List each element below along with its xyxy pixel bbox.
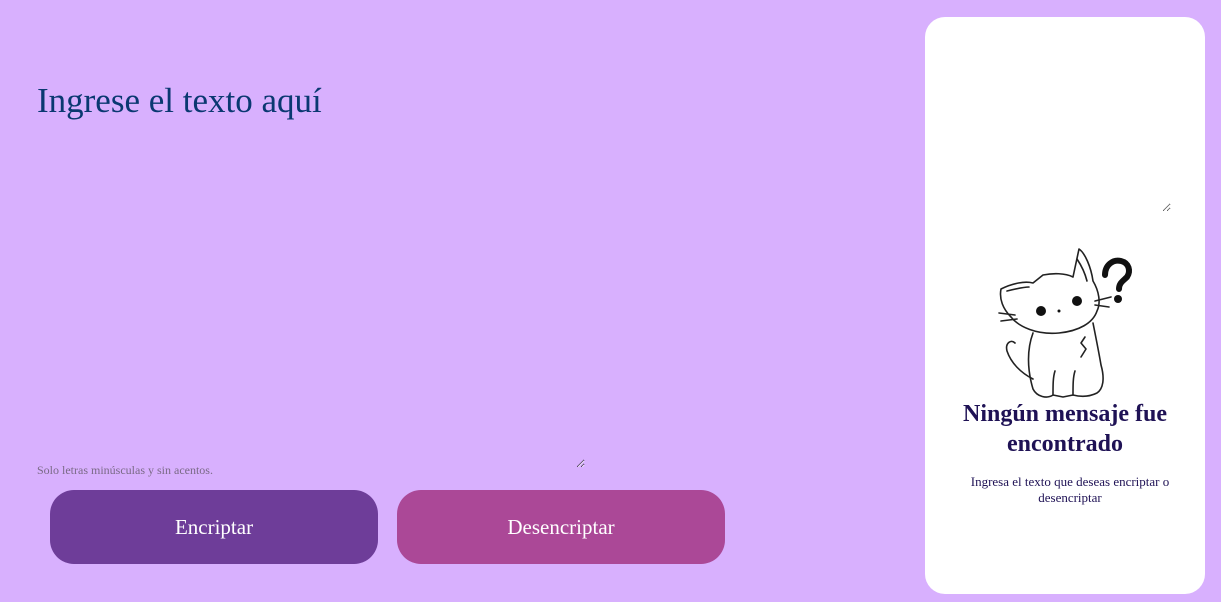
input-section [37,80,587,470]
result-card: Ningún mensaje fue encontrado Ingresa el… [925,17,1205,594]
empty-state-title: Ningún mensaje fue encontrado [962,401,1167,457]
decrypt-button[interactable]: Desencriptar [397,490,725,564]
input-hint: Solo letras minúsculas y sin acentos. [37,463,213,477]
confused-cat-icon [998,248,1132,398]
result-output[interactable] [945,37,1171,212]
encryptor-page: Solo letras minúsculas y sin acentos. En… [0,0,1221,602]
empty-state-subtitle: Ingresa el texto que deseas encriptar o … [970,474,1170,505]
text-input[interactable] [37,80,585,468]
encrypt-button[interactable]: Encriptar [50,490,378,564]
